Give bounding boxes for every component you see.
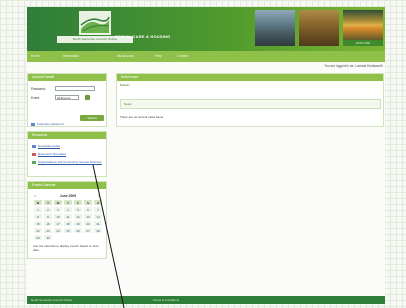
resource-item[interactable]: Organisations and Community Groups Direc… xyxy=(32,160,102,164)
wheat-photo xyxy=(299,10,339,46)
footer-link[interactable]: North Somerset Council Online xyxy=(31,296,72,304)
nav-item-help[interactable]: Help xyxy=(155,51,162,62)
calendar-day-header: S xyxy=(83,199,93,206)
site-header: North Somerset Council Online SOCIAL CAR… xyxy=(27,7,385,51)
key-icon xyxy=(31,122,35,126)
site-title: SOCIAL CARE & HOUSING xyxy=(115,34,171,39)
calendar-day[interactable]: 30 xyxy=(43,234,53,241)
password-row: Password: xyxy=(31,86,105,92)
bulletin-label: Bulletin xyxy=(120,83,130,87)
calendar-day[interactable]: 15 xyxy=(33,220,43,227)
calendar-day[interactable]: 6 xyxy=(83,206,93,213)
events-box-title: Events Calendar xyxy=(28,182,106,189)
calendar-day[interactable]: 20 xyxy=(83,220,93,227)
calendar-day[interactable]: 10 xyxy=(53,213,63,220)
login-status: You are logged in as: Lucinda Holdsworth xyxy=(324,64,383,68)
calendar-day[interactable]: 29 xyxy=(33,234,43,241)
nav-item-contact[interactable]: Contact xyxy=(177,51,188,62)
calendar-day[interactable]: 1 xyxy=(33,206,43,213)
document-icon xyxy=(32,152,36,156)
calendar-day[interactable]: 11 xyxy=(63,213,73,220)
account-details-box: Account Details Password: Event: All Eve… xyxy=(27,73,107,127)
calendar-day[interactable]: 14 xyxy=(93,213,103,220)
nav-item-my-account[interactable]: My Account xyxy=(117,51,133,62)
calendar-day[interactable]: 17 xyxy=(53,220,63,227)
calendar-day[interactable]: 8 xyxy=(33,213,43,220)
calendar-day[interactable]: 26 xyxy=(73,227,83,234)
resources-box: Resources Homecare Index Document Templa… xyxy=(27,131,107,177)
calendar-day-header: T xyxy=(63,199,73,206)
calendar-day-header: S xyxy=(93,199,103,206)
calendar-day[interactable]: 16 xyxy=(43,220,53,227)
calendar-day[interactable]: 5 xyxy=(73,206,83,213)
calendar-day[interactable]: 25 xyxy=(63,227,73,234)
noticeboard-title: Noticeboard xyxy=(117,74,383,81)
news-empty-text: There are no current news items xyxy=(120,115,164,119)
account-box-title: Account Details xyxy=(28,74,106,81)
resources-box-title: Resources xyxy=(28,132,106,139)
calendar-day[interactable]: 21 xyxy=(93,220,103,227)
event-row: Event: All Events xyxy=(31,95,105,101)
landscape-logo-icon xyxy=(79,11,111,35)
calendar-day[interactable]: 12 xyxy=(73,213,83,220)
photo-caption[interactable]: EXPLORE xyxy=(343,40,383,46)
calendar-day-header: F xyxy=(73,199,83,206)
calendar-day[interactable]: 24 xyxy=(53,227,63,234)
page: North Somerset Council Online SOCIAL CAR… xyxy=(27,7,385,304)
main-nav: Home Information My Account Help Contact xyxy=(27,51,385,62)
calendar-day-header: T xyxy=(43,199,53,206)
calendar-next-button[interactable]: » xyxy=(98,194,100,198)
site-footer: North Somerset Council Online Terms & Co… xyxy=(27,296,385,304)
calendar-day-header: W xyxy=(53,199,63,206)
calendar-grid: M T W T F S S 1 2 3 4 5 6 7 8 9 10 11 12 13 14 15 16 17 18 19 20 21… xyxy=(33,199,103,241)
resource-label: Document Templates xyxy=(38,152,67,156)
event-select[interactable]: All Events xyxy=(55,95,79,100)
forgot-password-link[interactable]: Forgotten password xyxy=(31,122,64,126)
password-input[interactable] xyxy=(55,86,95,91)
nav-item-home[interactable]: Home xyxy=(31,51,40,62)
nav-item-information[interactable]: Information xyxy=(63,51,79,62)
folder-icon xyxy=(32,160,36,164)
calendar-day[interactable]: 13 xyxy=(83,213,93,220)
calendar-day[interactable]: 28 xyxy=(93,227,103,234)
calendar-day[interactable]: 7 xyxy=(93,206,103,213)
calendar-day[interactable]: 19 xyxy=(73,220,83,227)
calendar-day[interactable]: 4 xyxy=(63,206,73,213)
calendar-day-header: M xyxy=(33,199,43,206)
calendar-day[interactable]: 2 xyxy=(43,206,53,213)
submit-button[interactable]: Submit xyxy=(80,115,104,121)
sunset-photo xyxy=(343,10,383,40)
calendar-day[interactable]: 22 xyxy=(33,227,43,234)
document-icon xyxy=(32,144,36,148)
resource-item[interactable]: Homecare Index xyxy=(32,144,60,148)
password-label: Password: xyxy=(31,87,46,91)
resource-item[interactable]: Document Templates xyxy=(32,152,66,156)
calendar-day[interactable]: 3 xyxy=(53,206,63,213)
news-bar[interactable]: News xyxy=(120,99,381,109)
noticeboard-box: Noticeboard Bulletin News There are no c… xyxy=(116,73,384,127)
events-calendar-box: Events Calendar « June 2009 » MTWTFSS123… xyxy=(27,181,107,259)
event-go-button[interactable] xyxy=(85,95,90,100)
harbour-photo xyxy=(255,10,295,46)
event-label: Event: xyxy=(31,96,41,100)
calendar-day[interactable]: 18 xyxy=(63,220,73,227)
calendar-month: June 2009 xyxy=(59,194,77,198)
calendar-day[interactable]: 27 xyxy=(83,227,93,234)
calendar-day[interactable]: 9 xyxy=(43,213,53,220)
calendar-day[interactable]: 23 xyxy=(43,227,53,234)
resource-label: Homecare Index xyxy=(38,144,61,148)
footer-link[interactable]: Terms & Conditions xyxy=(153,296,179,304)
resource-label: Organisations and Community Groups Direc… xyxy=(38,160,102,164)
forgot-password-label: Forgotten password xyxy=(37,122,64,126)
calendar-note: Use the calendar to display events based… xyxy=(33,244,99,252)
